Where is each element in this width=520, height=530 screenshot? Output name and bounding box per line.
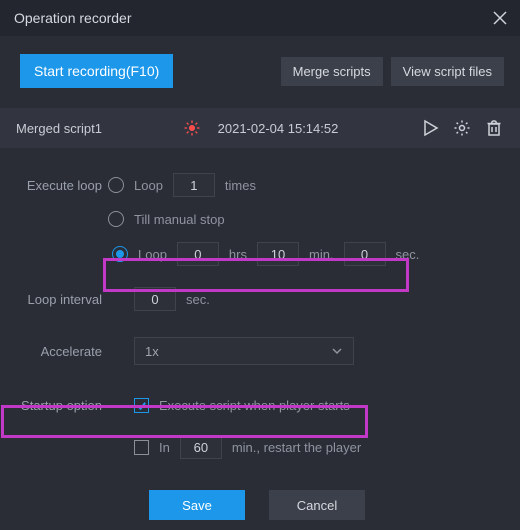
loop-min-suffix: min. — [309, 247, 334, 262]
accelerate-select[interactable]: 1x — [134, 337, 354, 365]
script-name: Merged script1 — [16, 121, 102, 136]
delete-button[interactable] — [484, 118, 504, 138]
settings-button[interactable] — [452, 118, 472, 138]
loop-times-radio[interactable] — [108, 177, 124, 193]
restart-min-input[interactable] — [180, 435, 222, 459]
restart-checkbox[interactable] — [134, 440, 149, 455]
accelerate-label: Accelerate — [10, 344, 108, 359]
top-actions: Start recording(F10) Merge scripts View … — [0, 36, 520, 108]
script-bar: Merged script1 2021-02-04 15:14:52 — [0, 108, 520, 148]
record-indicator-icon — [184, 120, 200, 136]
execute-loop-row-2: Till manual stop — [10, 202, 504, 236]
chevron-down-icon — [331, 345, 343, 357]
window-title: Operation recorder — [14, 10, 132, 26]
loop-hrs-suffix: hrs — [229, 247, 247, 262]
loop-sec-suffix: sec. — [396, 247, 420, 262]
loop-interval-suffix: sec. — [186, 292, 210, 307]
loop-duration-text: Loop — [138, 247, 167, 262]
execute-loop-label: Execute loop — [10, 178, 108, 193]
save-button[interactable]: Save — [149, 490, 245, 520]
loop-sec-input[interactable] — [344, 242, 386, 266]
till-manual-stop-radio[interactable] — [108, 211, 124, 227]
titlebar: Operation recorder — [0, 0, 520, 36]
footer: Save Cancel — [10, 464, 504, 520]
loop-times-text: Loop — [134, 178, 163, 193]
close-button[interactable] — [492, 10, 508, 26]
loop-interval-row: Loop interval sec. — [10, 282, 504, 316]
cancel-button[interactable]: Cancel — [269, 490, 365, 520]
merge-scripts-button[interactable]: Merge scripts — [281, 57, 383, 86]
loop-times-input[interactable] — [173, 173, 215, 197]
exec-on-start-checkbox[interactable] — [134, 398, 149, 413]
play-button[interactable] — [420, 118, 440, 138]
restart-prefix: In — [159, 440, 170, 455]
startup-option-row: Startup option Execute script when playe… — [10, 388, 504, 422]
loop-hrs-input[interactable] — [177, 242, 219, 266]
restart-row: In min., restart the player — [10, 430, 504, 464]
script-timestamp: 2021-02-04 15:14:52 — [212, 121, 339, 136]
loop-duration-radio[interactable] — [112, 246, 128, 262]
execute-loop-row-1: Execute loop Loop times — [10, 168, 504, 202]
form-content: Execute loop Loop times Till manual stop… — [0, 148, 520, 520]
restart-suffix: min., restart the player — [232, 440, 361, 455]
loop-times-suffix: times — [225, 178, 256, 193]
view-script-files-button[interactable]: View script files — [391, 57, 504, 86]
accelerate-value: 1x — [145, 344, 159, 359]
execute-loop-row-3: Loop hrs min. sec. — [10, 236, 504, 272]
till-manual-stop-text: Till manual stop — [134, 212, 225, 227]
loop-interval-label: Loop interval — [10, 292, 108, 307]
start-recording-button[interactable]: Start recording(F10) — [20, 54, 173, 88]
exec-on-start-text: Execute script when player starts — [159, 398, 350, 413]
accelerate-row: Accelerate 1x — [10, 334, 504, 368]
loop-min-input[interactable] — [257, 242, 299, 266]
loop-interval-input[interactable] — [134, 287, 176, 311]
startup-option-label: Startup option — [10, 398, 108, 413]
